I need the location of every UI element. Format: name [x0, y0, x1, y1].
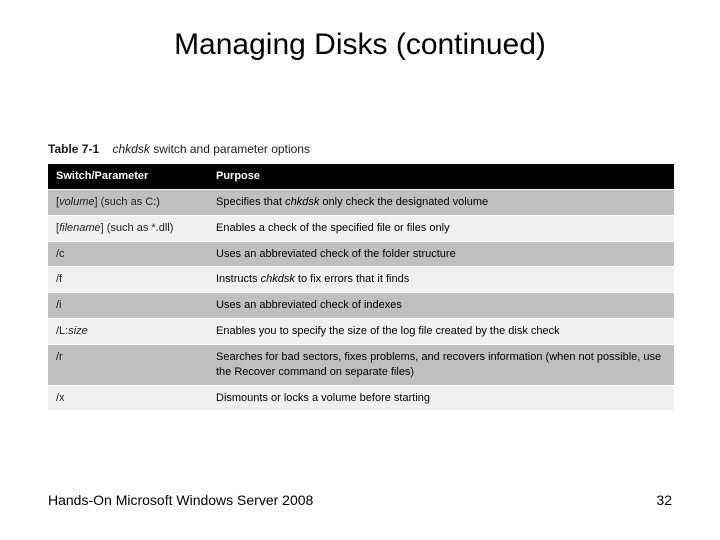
cell-switch: /r [48, 344, 208, 385]
slide-title: Managing Disks (continued) [0, 28, 720, 62]
table-caption: Table 7-1 chkdsk switch and parameter op… [48, 142, 674, 156]
table-row: /x Dismounts or locks a volume before st… [48, 385, 674, 410]
cell-purpose: Instructs chkdsk to fix errors that it f… [208, 267, 674, 293]
cell-purpose: Searches for bad sectors, fixes problems… [208, 344, 674, 385]
table-row: /i Uses an abbreviated check of indexes [48, 293, 674, 319]
cell-purpose: Uses an abbreviated check of indexes [208, 293, 674, 319]
cell-switch: [volume] (such as C:) [48, 189, 208, 215]
table-row: [filename] (such as *.dll) Enables a che… [48, 215, 674, 241]
header-switch: Switch/Parameter [48, 164, 208, 189]
page-number: 32 [656, 492, 672, 508]
table-row: [volume] (such as C:) Specifies that chk… [48, 189, 674, 215]
cell-switch: [filename] (such as *.dll) [48, 215, 208, 241]
table-container: Table 7-1 chkdsk switch and parameter op… [48, 142, 674, 410]
cell-purpose: Specifies that chkdsk only check the des… [208, 189, 674, 215]
table-row: /r Searches for bad sectors, fixes probl… [48, 344, 674, 385]
table-caption-command: chkdsk [113, 142, 150, 156]
cell-purpose: Enables a check of the specified file or… [208, 215, 674, 241]
cell-purpose: Enables you to specify the size of the l… [208, 319, 674, 345]
table-caption-number: Table 7-1 [48, 142, 99, 156]
table-row: /L:size Enables you to specify the size … [48, 319, 674, 345]
cell-switch: /c [48, 241, 208, 267]
cell-switch: /L:size [48, 319, 208, 345]
cell-purpose: Dismounts or locks a volume before start… [208, 385, 674, 410]
cell-purpose: Uses an abbreviated check of the folder … [208, 241, 674, 267]
cell-switch: /i [48, 293, 208, 319]
options-table: Switch/Parameter Purpose [volume] (such … [48, 164, 674, 410]
cell-switch: /x [48, 385, 208, 410]
cell-switch: /f [48, 267, 208, 293]
slide: Managing Disks (continued) Table 7-1 chk… [0, 0, 720, 540]
table-header-row: Switch/Parameter Purpose [48, 164, 674, 189]
table-row: /f Instructs chkdsk to fix errors that i… [48, 267, 674, 293]
header-purpose: Purpose [208, 164, 674, 189]
table-caption-rest: switch and parameter options [153, 142, 310, 156]
footer-source: Hands-On Microsoft Windows Server 2008 [48, 492, 313, 508]
table-row: /c Uses an abbreviated check of the fold… [48, 241, 674, 267]
